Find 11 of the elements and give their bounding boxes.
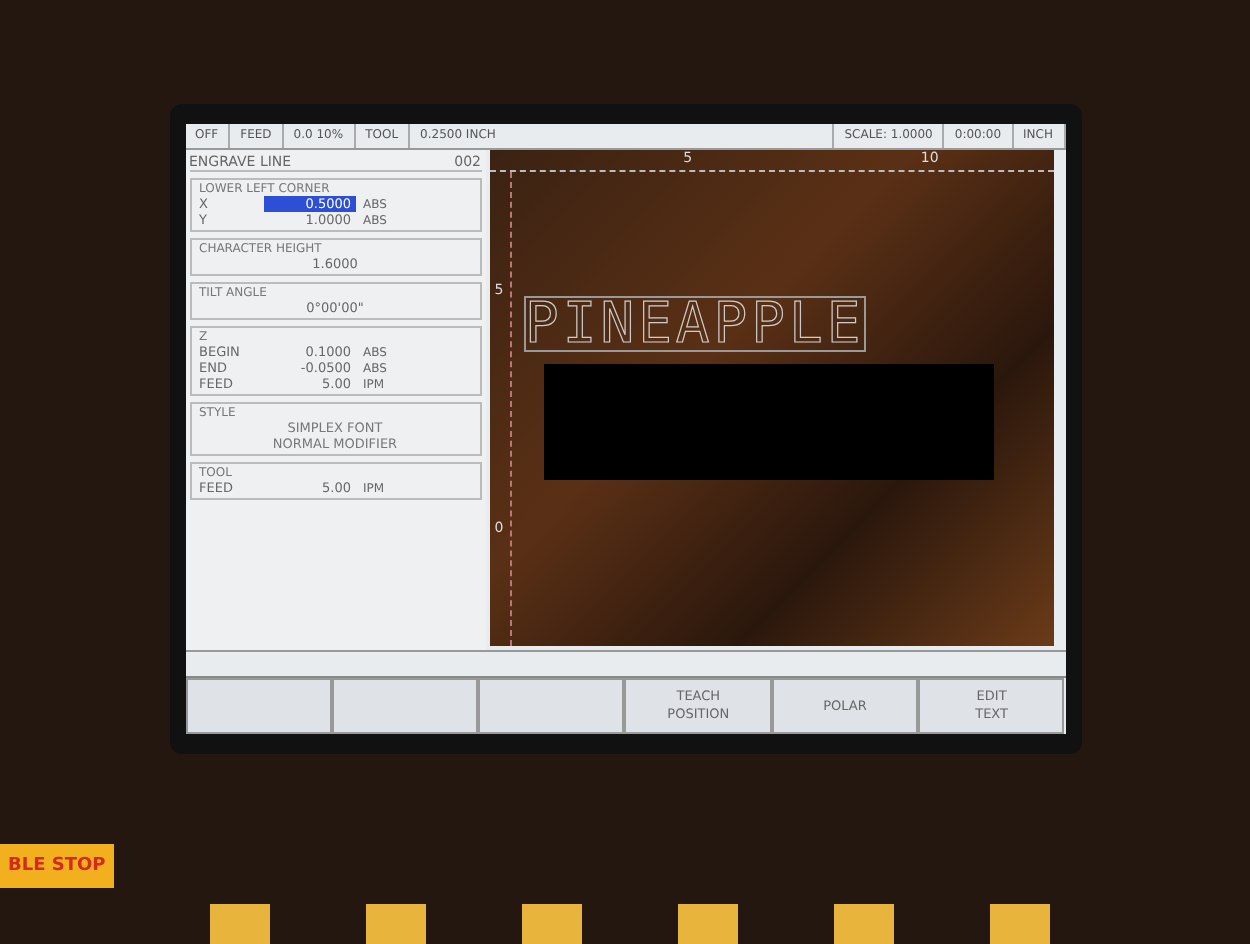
hardware-button[interactable] — [833, 904, 894, 944]
stop-label: BLE STOP — [0, 844, 114, 888]
preview-text: PINEAPPLE — [523, 296, 867, 352]
blank-softkey[interactable] — [331, 678, 479, 734]
blank-softkey[interactable] — [478, 678, 625, 734]
hardware-button[interactable] — [677, 904, 738, 944]
hardware-button[interactable] — [365, 904, 426, 944]
hardware-button[interactable] — [209, 904, 270, 944]
blank-softkey[interactable] — [185, 678, 332, 734]
hardware-button[interactable] — [521, 904, 582, 944]
hardware-button[interactable] — [989, 904, 1050, 944]
